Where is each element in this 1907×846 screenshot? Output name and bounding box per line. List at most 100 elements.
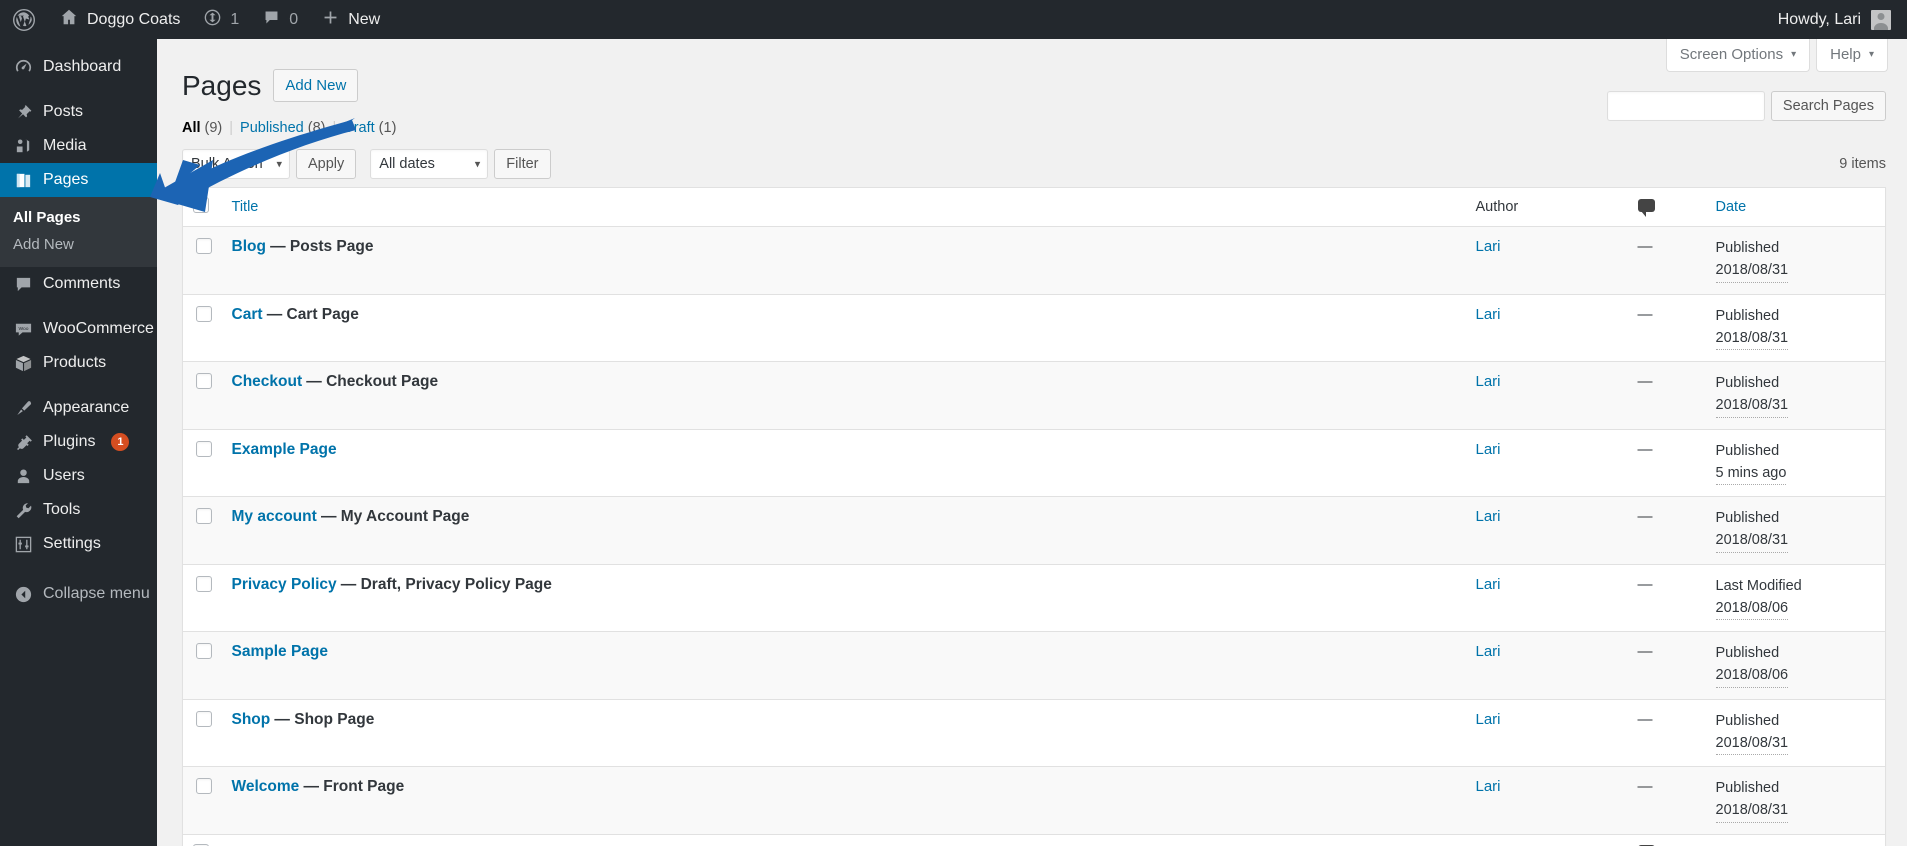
- sidebar-item-label: Settings: [43, 535, 101, 552]
- column-header-title[interactable]: Title: [221, 187, 1466, 228]
- column-header-date-link[interactable]: Date: [1716, 199, 1747, 215]
- sidebar-item-users[interactable]: Users: [0, 459, 157, 493]
- row-author-link[interactable]: Lari: [1476, 373, 1501, 390]
- select-all-footer[interactable]: [182, 833, 222, 846]
- row-title-link[interactable]: Privacy Policy: [232, 576, 337, 593]
- row-checkbox[interactable]: [196, 373, 212, 390]
- row-checkbox[interactable]: [196, 305, 212, 322]
- site-name-label: Doggo Coats: [87, 10, 181, 28]
- sidebar-item-tools[interactable]: Tools: [0, 493, 157, 527]
- row-post-state: — Checkout Page: [306, 373, 439, 391]
- filter-link-all[interactable]: All: [182, 120, 201, 136]
- apply-button-top[interactable]: Apply: [296, 149, 357, 180]
- column-footer-date[interactable]: Date: [1705, 833, 1886, 846]
- row-title-link[interactable]: Checkout: [232, 373, 303, 390]
- column-footer-comments[interactable]: [1627, 833, 1706, 846]
- site-name-menu[interactable]: Doggo Coats: [48, 0, 192, 39]
- row-title-link[interactable]: Sample Page: [232, 643, 329, 660]
- collapse-menu-button[interactable]: Collapse menu: [0, 577, 157, 611]
- row-checkbox-cell[interactable]: [182, 766, 222, 835]
- sidebar-item-products[interactable]: Products: [0, 346, 157, 380]
- row-date-value: 2018/08/31: [1715, 395, 1789, 418]
- products-box-icon: [13, 353, 33, 373]
- column-footer-title[interactable]: Title: [221, 833, 1466, 846]
- bulk-actions-select[interactable]: Bulk Actions: [182, 149, 290, 180]
- new-content-label: New: [348, 10, 381, 28]
- row-checkbox[interactable]: [196, 238, 212, 255]
- dashboard-icon: [13, 57, 33, 77]
- row-title-link[interactable]: Example Page: [232, 441, 337, 458]
- row-author-link[interactable]: Lari: [1476, 643, 1501, 660]
- table-header-row: Title Author Date: [182, 187, 1886, 228]
- submenu-item-all-pages[interactable]: All Pages: [0, 204, 157, 231]
- select-all-checkbox[interactable]: [193, 197, 209, 214]
- page-wrap: Pages Add New Search Pages All (9) | Pub…: [157, 39, 1907, 846]
- row-checkbox[interactable]: [196, 643, 212, 660]
- row-title-cell: Example Page: [221, 428, 1466, 497]
- row-post-state: — Front Page: [303, 778, 405, 796]
- row-checkbox[interactable]: [196, 778, 212, 795]
- my-account-menu[interactable]: Howdy, Lari: [1778, 9, 1907, 30]
- row-author-link[interactable]: Lari: [1476, 711, 1501, 728]
- sidebar-item-pages[interactable]: Pages: [0, 163, 157, 197]
- add-new-page-button[interactable]: Add New: [273, 69, 359, 103]
- row-title-link[interactable]: Cart: [232, 306, 263, 323]
- row-checkbox-cell[interactable]: [182, 496, 222, 565]
- row-checkbox-cell[interactable]: [182, 428, 222, 497]
- row-checkbox-cell[interactable]: [183, 227, 222, 295]
- sidebar-item-appearance[interactable]: Appearance: [0, 391, 157, 425]
- column-header-title-link[interactable]: Title: [232, 199, 259, 215]
- filter-button[interactable]: Filter: [494, 149, 551, 180]
- sidebar-item-posts[interactable]: Posts: [0, 95, 157, 129]
- menu-spacer: [0, 84, 157, 95]
- sidebar-item-comments[interactable]: Comments: [0, 267, 157, 301]
- row-checkbox[interactable]: [196, 440, 212, 457]
- row-checkbox-cell[interactable]: [182, 698, 222, 767]
- row-title-link[interactable]: Blog: [232, 238, 266, 255]
- menu-spacer: [0, 301, 157, 312]
- svg-text:Woo: Woo: [18, 325, 28, 331]
- avatar: [1871, 9, 1891, 30]
- comments-menu[interactable]: 0: [251, 0, 310, 39]
- tablenav-top: Bulk Actions Apply All dates Filter 9 it…: [182, 145, 1886, 183]
- row-checkbox-cell[interactable]: [182, 361, 222, 430]
- row-checkbox[interactable]: [196, 575, 212, 592]
- row-author-link[interactable]: Lari: [1476, 508, 1501, 525]
- bulk-actions-select-wrap: Bulk Actions: [182, 149, 290, 180]
- row-title-link[interactable]: Shop: [232, 711, 271, 728]
- row-checkbox-cell[interactable]: [182, 563, 222, 632]
- table-row: Cart — Cart Page Lari — Published 2018/08/31: [182, 293, 1886, 362]
- row-date-cell: Published 2018/08/31: [1705, 766, 1886, 835]
- row-author-link[interactable]: Lari: [1476, 778, 1501, 795]
- column-header-comments[interactable]: [1627, 187, 1706, 228]
- select-all-header[interactable]: [182, 187, 222, 228]
- sidebar-item-plugins[interactable]: Plugins 1: [0, 425, 157, 459]
- search-input[interactable]: [1606, 91, 1765, 121]
- row-author-link[interactable]: Lari: [1476, 238, 1501, 255]
- row-checkbox[interactable]: [196, 508, 212, 525]
- sidebar-item-woocommerce[interactable]: Woo WooCommerce: [0, 312, 157, 346]
- row-title-link[interactable]: Welcome: [232, 778, 300, 795]
- row-checkbox-cell[interactable]: [182, 631, 222, 700]
- column-header-date[interactable]: Date: [1705, 187, 1886, 228]
- row-title-link[interactable]: My account: [232, 508, 317, 525]
- search-pages-button[interactable]: Search Pages: [1770, 91, 1886, 121]
- sidebar-item-dashboard[interactable]: Dashboard: [0, 50, 157, 84]
- submenu-item-add-new[interactable]: Add New: [0, 231, 157, 258]
- sidebar-item-settings[interactable]: Settings: [0, 527, 157, 561]
- filter-link-published[interactable]: Published: [240, 120, 304, 136]
- row-author-link[interactable]: Lari: [1476, 306, 1501, 323]
- new-content-menu[interactable]: New: [310, 0, 392, 39]
- row-date-status: Published: [1715, 307, 1780, 324]
- updates-menu[interactable]: 1: [192, 0, 251, 39]
- date-filter-select[interactable]: All dates: [370, 149, 489, 180]
- row-checkbox-cell[interactable]: [182, 293, 222, 362]
- collapse-menu-label: Collapse menu: [43, 585, 150, 602]
- row-comments-count: —: [1637, 238, 1653, 256]
- sidebar-item-media[interactable]: Media: [0, 129, 157, 163]
- row-checkbox[interactable]: [196, 710, 212, 727]
- row-author-link[interactable]: Lari: [1476, 441, 1501, 458]
- row-author-link[interactable]: Lari: [1476, 576, 1501, 593]
- filter-link-draft[interactable]: Draft: [343, 120, 374, 136]
- wp-logo-menu[interactable]: [0, 0, 48, 39]
